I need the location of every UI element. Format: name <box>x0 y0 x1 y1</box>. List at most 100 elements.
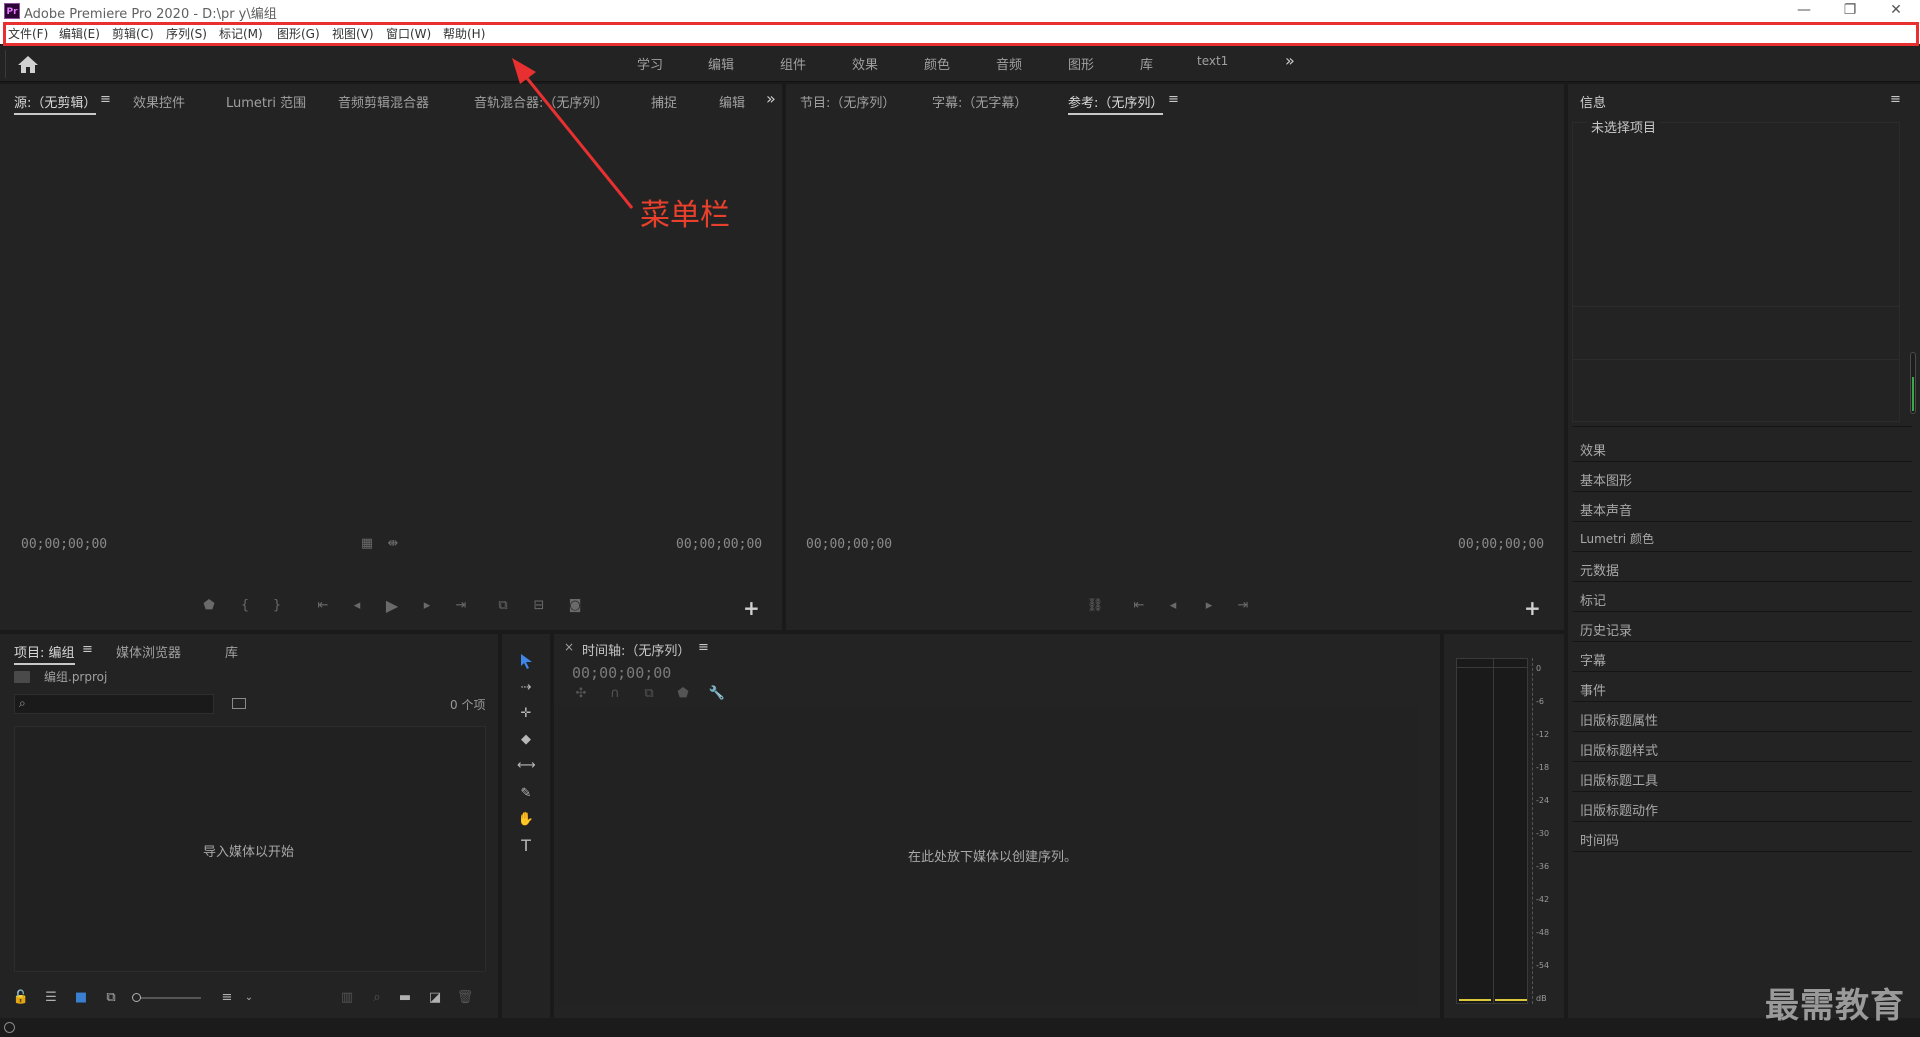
workspace-tab-editing[interactable]: 编辑 <box>708 54 734 73</box>
export-frame-icon[interactable]: ◙ <box>566 598 584 614</box>
menu-file[interactable]: 文件(F) <box>8 25 48 42</box>
panel-item-legacy-title-styles[interactable]: 旧版标题样式 <box>1580 740 1658 759</box>
info-panel-title[interactable]: 信息 <box>1580 92 1606 111</box>
panel-item-legacy-title-tools[interactable]: 旧版标题工具 <box>1580 770 1658 789</box>
tab-capture[interactable]: 捕捉 <box>651 92 677 111</box>
tab-lumetri-scopes[interactable]: Lumetri 范围 <box>226 92 306 111</box>
step-back-icon[interactable]: ◂ <box>1164 598 1182 614</box>
source-add-button[interactable]: + <box>743 596 760 620</box>
close-button[interactable]: ✕ <box>1873 0 1919 22</box>
workspace-tab-audio[interactable]: 音频 <box>996 54 1022 73</box>
mark-out-icon[interactable]: } <box>268 598 286 614</box>
icon-view-icon[interactable]: ■ <box>72 990 90 1006</box>
zoom-slider-handle[interactable] <box>132 993 141 1002</box>
add-marker-icon[interactable]: ⬟ <box>674 686 692 702</box>
hand-tool-icon[interactable]: ✋ <box>517 812 535 828</box>
new-bin-icon[interactable]: ▬ <box>396 990 414 1006</box>
menu-help[interactable]: 帮助(H) <box>443 25 485 42</box>
workspace-tab-color[interactable]: 颜色 <box>924 54 950 73</box>
program-add-button[interactable]: + <box>1524 596 1541 620</box>
tab-reference[interactable]: 参考:（无序列） <box>1068 92 1164 115</box>
project-bin-area[interactable]: 导入媒体以开始 <box>14 726 486 972</box>
program-playhead-timecode[interactable]: 00;00;00;00 <box>806 537 892 552</box>
menu-clip[interactable]: 剪辑(C) <box>112 25 154 42</box>
panel-item-markers[interactable]: 标记 <box>1580 590 1606 609</box>
workspace-tab-learn[interactable]: 学习 <box>637 54 663 73</box>
tab-project[interactable]: 项目: 编组 <box>14 642 75 665</box>
go-to-in-icon[interactable]: ⇤ <box>314 598 332 614</box>
linked-selection-icon[interactable]: ⧉ <box>640 686 658 702</box>
panel-item-events[interactable]: 事件 <box>1580 680 1606 699</box>
insert-icon[interactable]: ⧉ <box>494 598 512 614</box>
timeline-menu-icon[interactable]: ≡ <box>698 640 709 655</box>
info-menu-icon[interactable]: ≡ <box>1890 92 1901 107</box>
mark-in-icon[interactable]: { <box>236 598 254 614</box>
workspace-tab-text1[interactable]: text1 <box>1197 54 1228 68</box>
restore-button[interactable]: ❐ <box>1827 0 1873 22</box>
step-forward-icon[interactable]: ▸ <box>418 598 436 614</box>
minimize-button[interactable]: — <box>1781 0 1827 22</box>
project-menu-icon[interactable]: ≡ <box>82 642 93 657</box>
workspace-tab-libraries[interactable]: 库 <box>1140 54 1153 73</box>
list-view-icon[interactable]: ☰ <box>42 990 60 1006</box>
workspace-tab-effects[interactable]: 效果 <box>852 54 878 73</box>
insert-overwrite-icon[interactable]: ▦ <box>358 536 376 552</box>
panel-item-lumetri-color[interactable]: Lumetri 颜色 <box>1580 530 1654 547</box>
go-to-out-icon[interactable]: ⇥ <box>1234 598 1252 614</box>
ripple-edit-tool-icon[interactable]: ✛ <box>517 706 535 722</box>
freeform-view-icon[interactable]: ⧉ <box>102 990 120 1006</box>
track-select-tool-icon[interactable]: ⇢ <box>517 680 535 696</box>
home-icon[interactable] <box>16 54 40 74</box>
automate-to-sequence-icon[interactable]: ▥ <box>338 990 356 1006</box>
chevron-down-icon[interactable]: ⌄ <box>240 990 258 1006</box>
new-search-bin-icon[interactable] <box>232 698 246 709</box>
timeline-title[interactable]: 时间轴:（无序列） <box>582 640 690 659</box>
tab-effect-controls[interactable]: 效果控件 <box>133 92 185 111</box>
menu-sequence[interactable]: 序列(S) <box>166 25 207 42</box>
type-tool-icon[interactable]: T <box>517 838 535 854</box>
panel-item-timecode[interactable]: 时间码 <box>1580 830 1619 849</box>
timeline-timecode[interactable]: 00;00;00;00 <box>572 664 671 682</box>
add-marker-icon[interactable]: ⬟ <box>200 598 218 614</box>
panel-item-effects[interactable]: 效果 <box>1580 440 1606 459</box>
tab-audio-clip-mixer[interactable]: 音频剪辑混合器 <box>338 92 429 111</box>
panel-item-history[interactable]: 历史记录 <box>1580 620 1632 639</box>
selection-tool-icon[interactable] <box>517 652 535 670</box>
source-playhead-timecode[interactable]: 00;00;00;00 <box>21 537 107 552</box>
timeline-close-icon[interactable]: × <box>564 640 574 654</box>
zoom-slider[interactable] <box>132 993 201 1002</box>
menu-markers[interactable]: 标记(M) <box>219 25 263 42</box>
pen-tool-icon[interactable]: ✎ <box>517 786 535 802</box>
step-back-icon[interactable]: ◂ <box>348 598 366 614</box>
slip-tool-icon[interactable]: ⟷ <box>517 758 536 774</box>
step-forward-icon[interactable]: ▸ <box>1200 598 1218 614</box>
tab-captions[interactable]: 字幕:（无字幕） <box>932 92 1027 111</box>
tab-source[interactable]: 源:（无剪辑） <box>14 92 97 115</box>
go-to-in-icon[interactable]: ⇤ <box>1130 598 1148 614</box>
trash-icon[interactable]: 🗑 <box>456 990 474 1006</box>
overwrite-icon[interactable]: ⊟ <box>530 598 548 614</box>
menu-window[interactable]: 窗口(W) <box>386 25 431 42</box>
panel-item-captions[interactable]: 字幕 <box>1580 650 1606 669</box>
new-item-icon[interactable]: ◪ <box>426 990 444 1006</box>
panel-item-essential-sound[interactable]: 基本声音 <box>1580 500 1632 519</box>
wrench-icon[interactable]: 🔧 <box>708 686 726 702</box>
go-to-out-icon[interactable]: ⇥ <box>452 598 470 614</box>
nest-icon[interactable]: ✣ <box>572 686 590 702</box>
snap-icon[interactable]: ∩ <box>606 686 624 702</box>
tab-program[interactable]: 节目:（无序列） <box>800 92 895 111</box>
panel-item-essential-graphics[interactable]: 基本图形 <box>1580 470 1632 489</box>
sort-icon[interactable]: ≡ <box>218 990 236 1006</box>
workspace-more-button[interactable]: » <box>1285 51 1295 70</box>
razor-tool-icon[interactable]: ◆ <box>517 732 535 748</box>
source-more-button[interactable]: » <box>766 89 776 108</box>
scrollbar[interactable] <box>1910 352 1916 414</box>
menu-edit[interactable]: 编辑(E) <box>59 25 100 42</box>
menu-graphics[interactable]: 图形(G) <box>277 25 320 42</box>
panel-item-legacy-title-properties[interactable]: 旧版标题属性 <box>1580 710 1658 729</box>
play-icon[interactable]: ▶ <box>383 598 401 614</box>
tab-edit[interactable]: 编辑 <box>719 92 745 111</box>
timeline-drop-area[interactable]: 在此处放下媒体以创建序列。 <box>558 706 1418 1006</box>
panel-item-metadata[interactable]: 元数据 <box>1580 560 1619 579</box>
workspace-tab-assembly[interactable]: 组件 <box>780 54 806 73</box>
